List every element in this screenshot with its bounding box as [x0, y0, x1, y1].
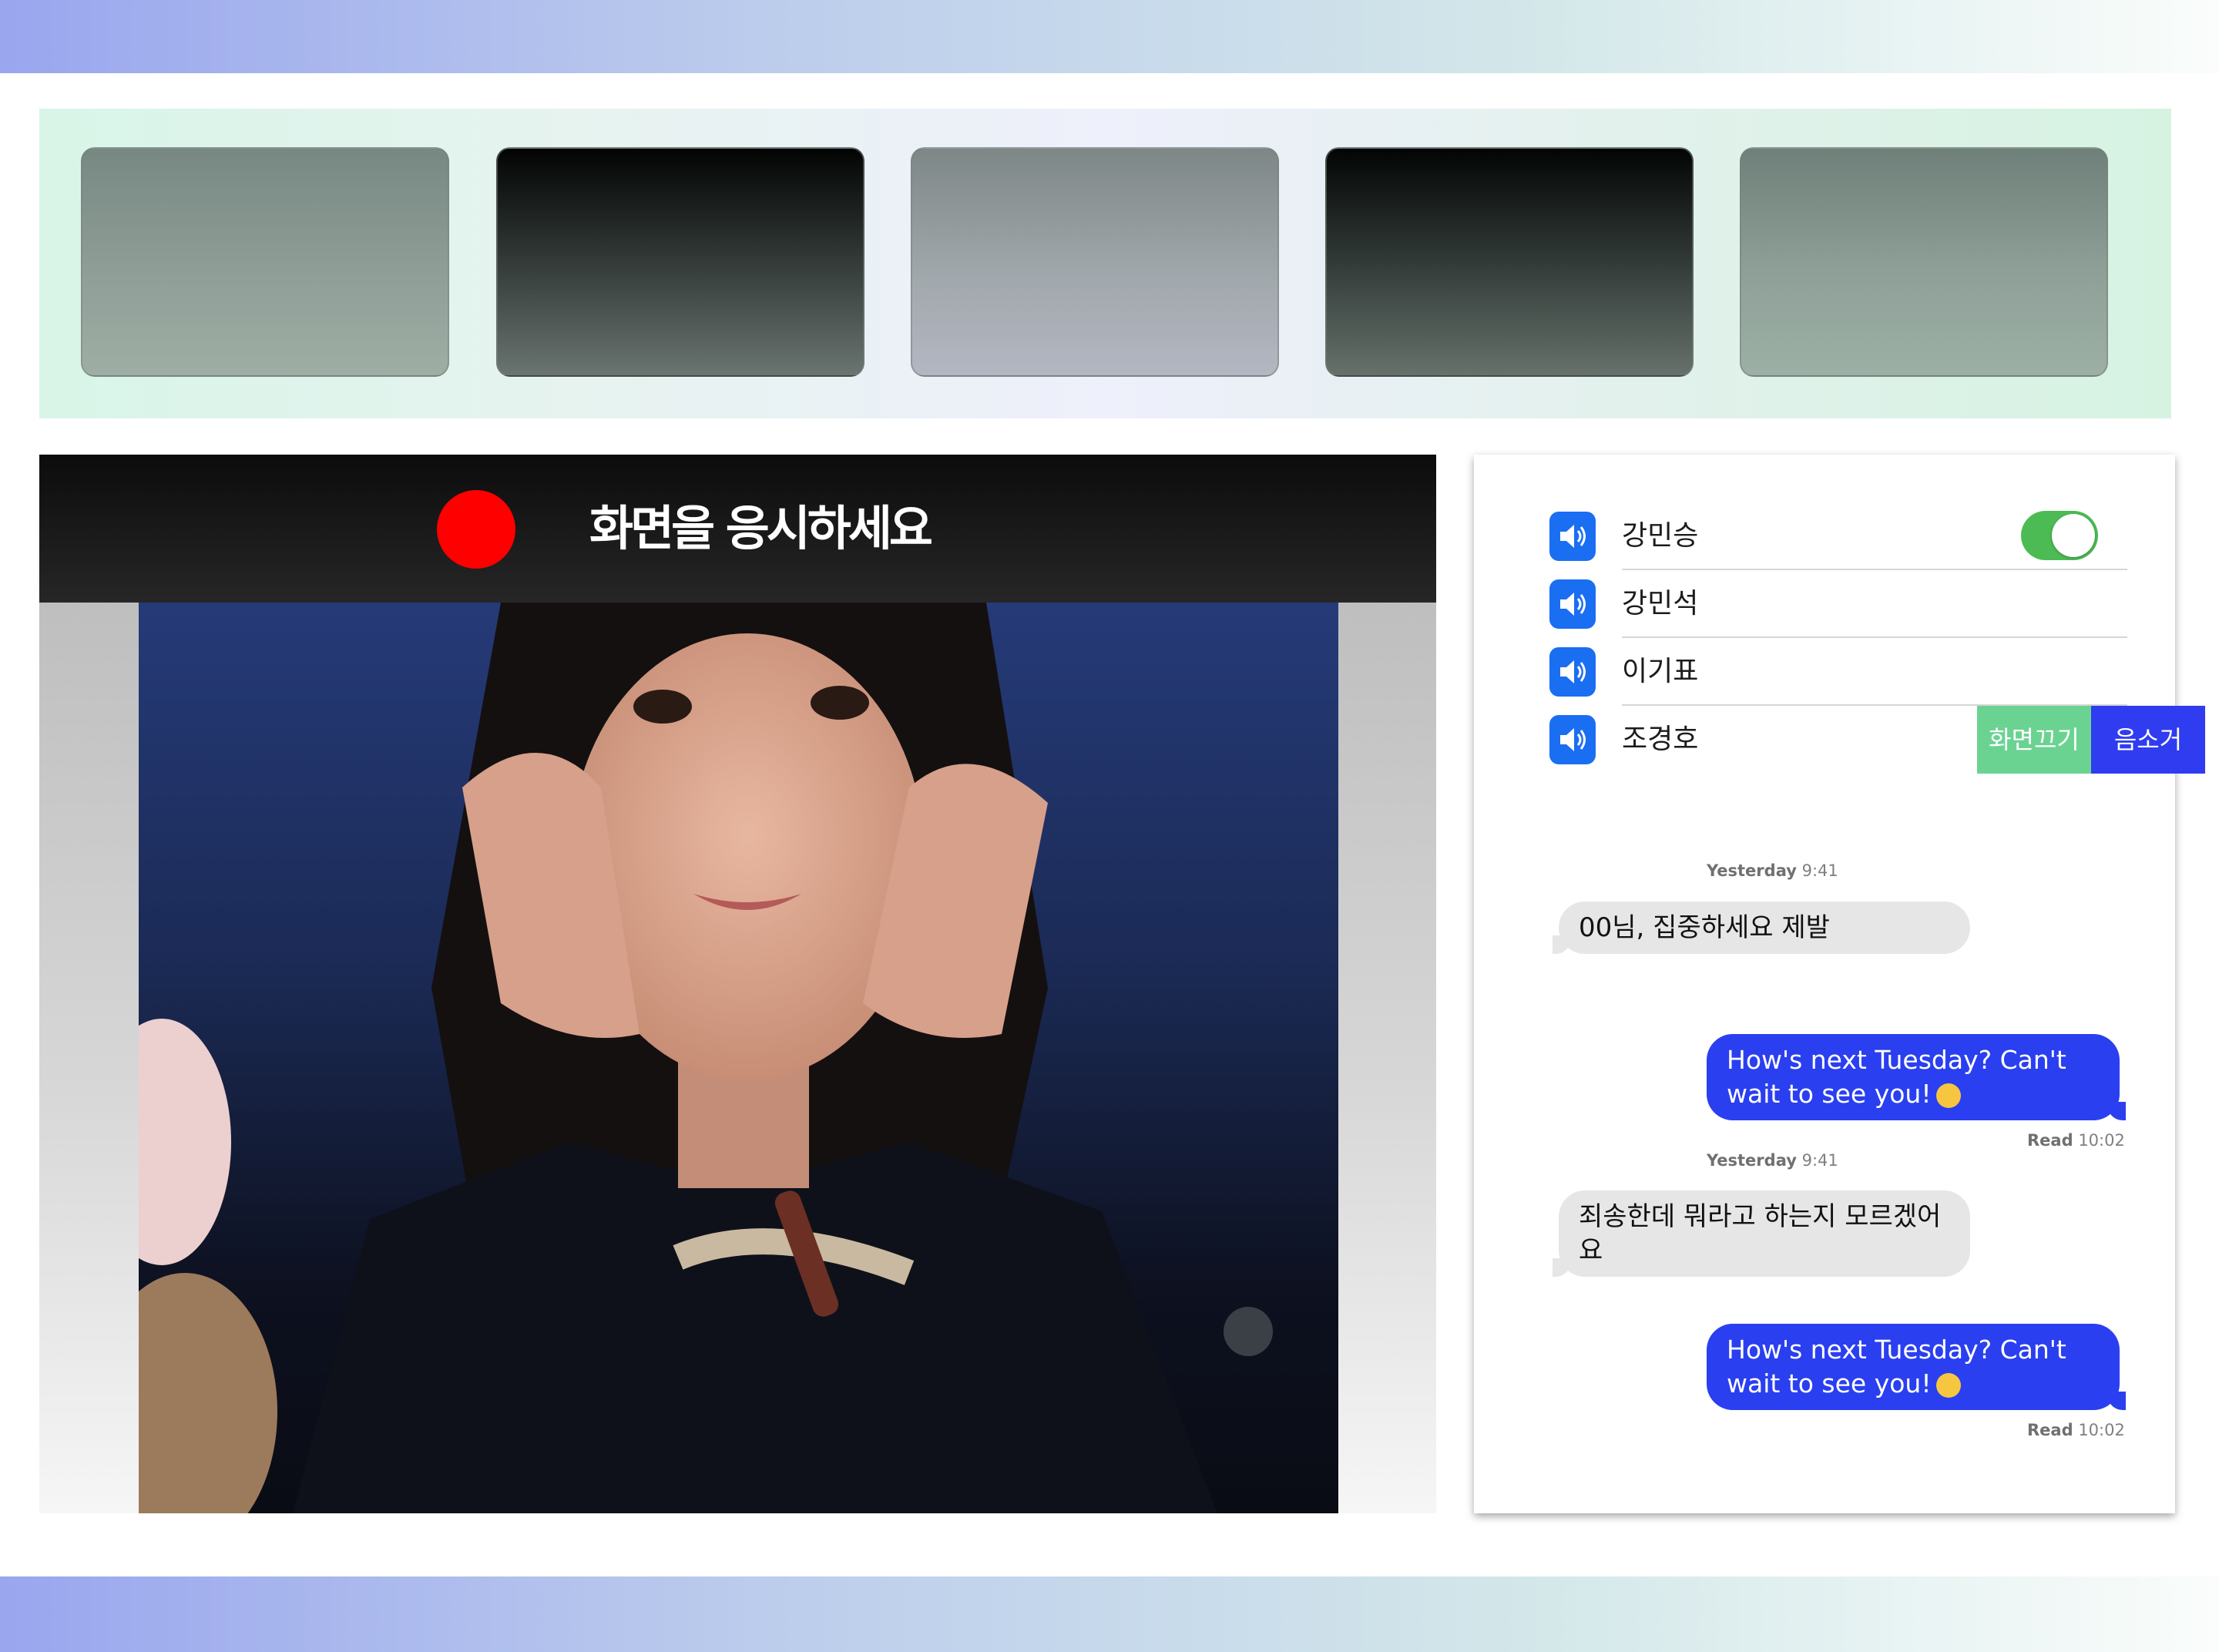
- video-instruction-title: 화면을 응시하세요: [589, 500, 933, 556]
- participant-thumbnail[interactable]: [496, 147, 864, 377]
- speaker-icon[interactable]: [1549, 647, 1596, 697]
- message-text: 죄송한데 뭐라고 하는지 모르겠어요: [1579, 1201, 1942, 1266]
- record-dot-icon: [437, 490, 515, 569]
- participant-name: 강민승: [1622, 520, 1699, 552]
- participant-thumbnail[interactable]: [1325, 147, 1694, 377]
- participant-thumbnail[interactable]: [911, 147, 1279, 377]
- participant-row[interactable]: 강민승: [1549, 502, 2127, 570]
- message-text: How's next Tuesday? Can't wait to see yo…: [1727, 1335, 2066, 1398]
- participant-name: 이기표: [1622, 656, 1699, 687]
- top-gradient-bar: [0, 0, 2219, 73]
- participant-thumbnail[interactable]: [1740, 147, 2108, 377]
- participant-toggle[interactable]: [2021, 511, 2098, 560]
- message-timestamp: Yesterday 9:41: [1707, 861, 1838, 880]
- person-video-image: [139, 603, 1273, 1513]
- message-text: 00님, 집중하세요 제발: [1579, 912, 1830, 943]
- hugging-face-emoji-icon: [1935, 1372, 1961, 1398]
- participant-row[interactable]: 조경호 화면끄기 음소거: [1549, 706, 2205, 774]
- incoming-message-bubble: 죄송한데 뭐라고 하는지 모르겠어요: [1553, 1190, 1970, 1277]
- hugging-face-emoji-icon: [1935, 1083, 1961, 1108]
- speaker-icon[interactable]: [1549, 512, 1596, 561]
- read-receipt: Read 10:02: [2027, 1131, 2125, 1150]
- side-panel: 강민승 강민석 이기표 조경호 화면끄기 음소거 Yesterday 9:41 …: [1474, 455, 2205, 1513]
- participant-row[interactable]: 강민석: [1549, 570, 2127, 638]
- participant-thumbnail[interactable]: [81, 147, 449, 377]
- speaker-icon[interactable]: [1549, 579, 1596, 629]
- outgoing-message-bubble: How's next Tuesday? Can't wait to see yo…: [1707, 1034, 2126, 1120]
- participant-name: 조경호: [1622, 724, 1699, 755]
- message-text: How's next Tuesday? Can't wait to see yo…: [1727, 1045, 2066, 1109]
- participant-row[interactable]: 이기표: [1549, 638, 2127, 706]
- toggle-knob: [2052, 514, 2095, 557]
- video-header: 화면을 응시하세요: [39, 455, 1436, 603]
- mute-button[interactable]: 음소거: [2091, 706, 2205, 774]
- bottom-gradient-bar: [0, 1576, 2219, 1652]
- turn-off-screen-button[interactable]: 화면끄기: [1977, 706, 2091, 774]
- message-timestamp: Yesterday 9:41: [1707, 1151, 1838, 1170]
- outgoing-message-bubble: How's next Tuesday? Can't wait to see yo…: [1707, 1324, 2126, 1410]
- speaker-icon[interactable]: [1549, 715, 1596, 764]
- participant-thumbnail-strip: [39, 109, 2171, 418]
- read-receipt: Read 10:02: [2027, 1421, 2125, 1439]
- incoming-message-bubble: 00님, 집중하세요 제발: [1553, 902, 1970, 954]
- participant-name: 강민석: [1622, 588, 1699, 620]
- main-video-panel: 화면을 응시하세요: [39, 455, 1436, 1513]
- main-video-feed[interactable]: [139, 603, 1338, 1513]
